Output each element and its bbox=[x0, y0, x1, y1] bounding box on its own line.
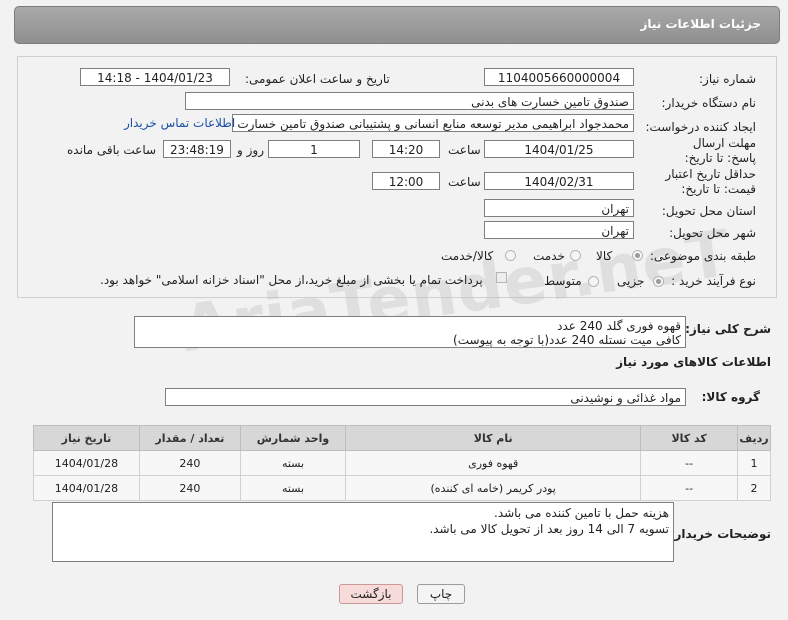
announce-field[interactable]: 1404/01/23 - 14:18 bbox=[80, 68, 230, 86]
days-count-field[interactable]: 1 bbox=[268, 140, 360, 158]
price-valid-label: حداقل تاریخ اعتبار قیمت: تا تاریخ: bbox=[665, 167, 756, 196]
col-header-unit: واحد شمارش bbox=[239, 425, 347, 451]
deadline-date-field[interactable]: 1404/01/25 bbox=[484, 140, 634, 158]
requester-field[interactable]: محمدجواد ابراهیمی مدیر توسعه منابع انسان… bbox=[232, 114, 634, 132]
summary-line-1: قهوه فوری گلد 240 عدد bbox=[557, 319, 681, 333]
announce-label: تاریخ و ساعت اعلان عمومی: bbox=[245, 72, 390, 86]
buyer-notes-label: توضیحات خریدار: bbox=[669, 527, 771, 541]
cell-qty: 240 bbox=[138, 450, 241, 476]
cell-unit: بسته bbox=[239, 475, 347, 501]
payment-note: پرداخت تمام یا بخشی از مبلغ خرید،از محل … bbox=[100, 273, 483, 287]
treasury-payment-checkbox[interactable] bbox=[496, 272, 507, 283]
process-minor-radio[interactable] bbox=[653, 276, 664, 287]
category-goods-service-radio[interactable] bbox=[505, 250, 516, 261]
page-header: جزئیات اطلاعات نیاز bbox=[14, 6, 780, 44]
buyer-notes-line-2: تسویه 7 الی 14 روز بعد از تحویل کالا می … bbox=[429, 522, 669, 536]
cell-code: -- bbox=[640, 450, 739, 476]
province-field[interactable]: تهران bbox=[484, 199, 634, 217]
need-number-field[interactable]: 1104005660000004 bbox=[484, 68, 634, 86]
cell-unit: بسته bbox=[239, 450, 347, 476]
buyer-org-label: نام دستگاه خریدار: bbox=[661, 96, 757, 110]
goods-group-label: گروه کالا: bbox=[701, 390, 760, 404]
deadline-time-label: ساعت bbox=[448, 143, 481, 157]
category-service-label: خدمت bbox=[533, 249, 565, 263]
print-button[interactable]: چاپ bbox=[417, 584, 465, 604]
col-header-row-no: ردیف bbox=[737, 425, 771, 451]
col-header-code: کد کالا bbox=[640, 425, 739, 451]
cell-code: -- bbox=[640, 475, 739, 501]
cell-row-no: 1 bbox=[737, 450, 771, 476]
city-field[interactable]: تهران bbox=[484, 221, 634, 239]
summary-line-2: کافی میت نستله 240 عدد(با توجه به پیوست) bbox=[453, 333, 681, 347]
goods-group-field[interactable]: مواد غذائی و نوشیدنی bbox=[165, 388, 686, 406]
category-goods-radio[interactable] bbox=[632, 250, 643, 261]
category-goods-service-label: کالا/خدمت bbox=[441, 249, 494, 263]
deadline-time-field[interactable]: 14:20 bbox=[372, 140, 440, 158]
price-valid-date-field[interactable]: 1404/02/31 bbox=[484, 172, 634, 190]
back-button[interactable]: بازگشت bbox=[339, 584, 403, 604]
cell-name: قهوه فوری bbox=[345, 450, 642, 476]
table-row: 2 -- پودر کریمر (خامه ای کننده) بسته 240… bbox=[33, 475, 771, 501]
col-header-qty: تعداد / مقدار bbox=[138, 425, 241, 451]
process-medium-radio[interactable] bbox=[588, 276, 599, 287]
price-valid-time-label: ساعت bbox=[448, 175, 481, 189]
cell-date: 1404/01/28 bbox=[33, 450, 140, 476]
table-header-row: ردیف کد کالا نام کالا واحد شمارش تعداد /… bbox=[33, 425, 771, 451]
buyer-org-field[interactable]: صندوق تامین خسارت های بدنی bbox=[185, 92, 634, 110]
buyer-notes-textarea[interactable]: هزینه حمل با تامین کننده می باشد. تسویه … bbox=[52, 502, 674, 562]
cell-qty: 240 bbox=[138, 475, 241, 501]
col-header-name: نام کالا bbox=[345, 425, 642, 451]
category-goods-label: کالا bbox=[596, 249, 613, 263]
remaining-label: ساعت باقی مانده bbox=[67, 143, 157, 157]
process-label: نوع فرآیند خرید : bbox=[671, 274, 756, 288]
table-row: 1 -- قهوه فوری بسته 240 1404/01/28 bbox=[33, 450, 771, 476]
cell-date: 1404/01/28 bbox=[33, 475, 140, 501]
summary-label: شرح کلی نیاز: bbox=[685, 322, 771, 336]
cell-row-no: 2 bbox=[737, 475, 771, 501]
process-medium-label: متوسط bbox=[544, 274, 582, 288]
buyer-contact-link[interactable]: اطلاعات تماس خریدار bbox=[124, 116, 235, 130]
process-minor-label: جزیی bbox=[617, 274, 645, 288]
page-title: جزئیات اطلاعات نیاز bbox=[640, 17, 761, 31]
deadline-label: مهلت ارسال پاسخ: تا تاریخ: bbox=[684, 136, 756, 165]
cell-name: پودر کریمر (خامه ای کننده) bbox=[345, 475, 642, 501]
remaining-time-field[interactable]: 23:48:19 bbox=[163, 140, 231, 158]
city-label: شهر محل تحویل: bbox=[669, 226, 756, 240]
col-header-date: تاریخ نیاز bbox=[33, 425, 140, 451]
price-valid-time-field[interactable]: 12:00 bbox=[372, 172, 440, 190]
items-table: ردیف کد کالا نام کالا واحد شمارش تعداد /… bbox=[33, 425, 771, 501]
need-number-label: شماره نیاز: bbox=[699, 72, 756, 86]
province-label: استان محل تحویل: bbox=[661, 204, 756, 218]
category-service-radio[interactable] bbox=[570, 250, 581, 261]
category-label: طبقه بندی موضوعی: bbox=[649, 249, 756, 263]
requester-label: ایجاد کننده درخواست: bbox=[645, 120, 756, 134]
buyer-notes-line-1: هزینه حمل با تامین کننده می باشد. bbox=[494, 506, 669, 520]
days-label: روز و bbox=[237, 143, 264, 157]
summary-textarea[interactable]: قهوه فوری گلد 240 عدد کافی میت نستله 240… bbox=[134, 316, 686, 348]
goods-section-title: اطلاعات کالاهای مورد نیاز bbox=[616, 355, 771, 369]
